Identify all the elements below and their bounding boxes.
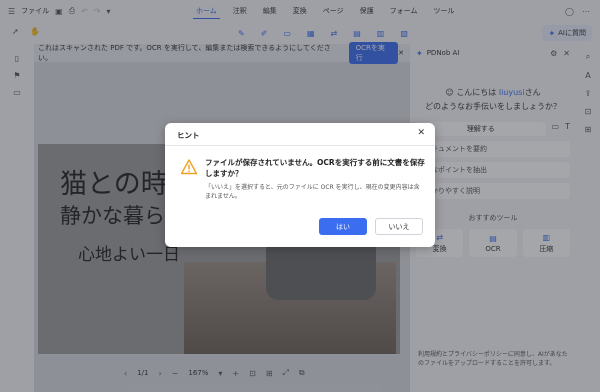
dialog-title: ヒント <box>177 131 200 140</box>
no-button[interactable]: いいえ <box>375 218 423 235</box>
warning-icon <box>181 159 197 175</box>
dialog-body: 「いいえ」を選択すると、元のファイルに OCR を実行し、現在の変更内容は含まれ… <box>205 184 420 200</box>
dialog-heading: ファイルが保存されていません。OCRを実行する前に文書を保存しますか？ <box>205 158 425 178</box>
yes-button[interactable]: はい <box>319 218 367 235</box>
hint-dialog: ヒント ✕ ファイルが保存されていません。OCRを実行する前に文書を保存しますか… <box>165 123 435 247</box>
dialog-close-icon[interactable]: ✕ <box>417 128 425 138</box>
dialog-divider <box>165 145 435 146</box>
